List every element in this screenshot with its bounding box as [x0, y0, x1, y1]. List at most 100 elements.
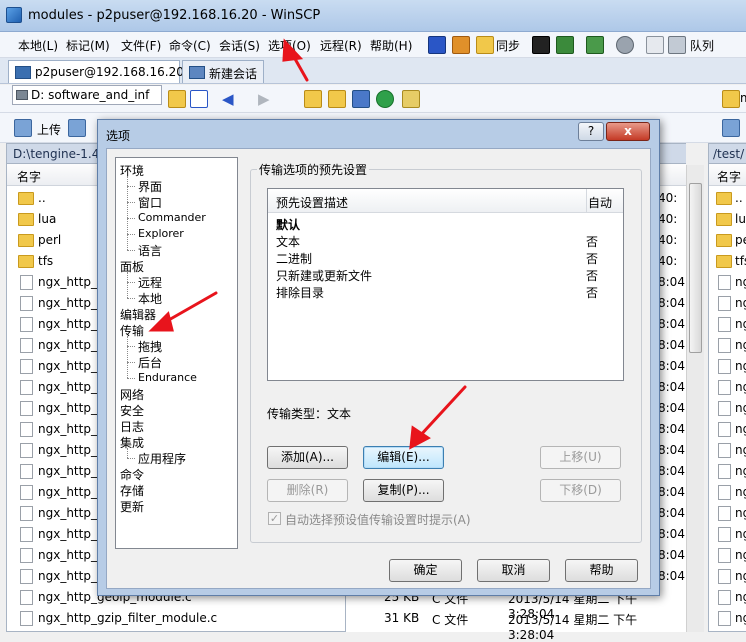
move-down-button[interactable]: 下移(D) — [540, 479, 621, 502]
tree-icon[interactable] — [402, 90, 420, 108]
remote-file-row[interactable]: ng — [709, 335, 746, 356]
tree-node[interactable]: 网络 — [120, 386, 144, 403]
tree-node[interactable]: 安全 — [120, 402, 144, 419]
sync-icon[interactable] — [476, 36, 494, 54]
remote-file-row[interactable]: ng — [709, 377, 746, 398]
sync-dirs-icon[interactable] — [452, 36, 470, 54]
tree-node[interactable]: 日志 — [120, 418, 144, 435]
menu-file[interactable]: 文件(F) — [121, 37, 161, 54]
auto-select-checkbox[interactable]: ✓ — [268, 512, 281, 525]
tree-node[interactable]: 命令 — [120, 466, 144, 483]
tree-node[interactable]: Endurance — [138, 371, 197, 384]
remote-file-panel[interactable]: /test/ 名字 .. lua pe tfs ng ng ng ng ng ng ng ng ng ng… — [708, 143, 746, 632]
remote-folder-row[interactable]: lua — [709, 209, 746, 230]
remote-file-row[interactable]: ng — [709, 356, 746, 377]
delete-button[interactable]: 删除(R) — [267, 479, 348, 502]
local-file-row[interactable]: ngx_http_gzip_filter_module.c — [7, 608, 345, 629]
menu-options[interactable]: 选项(O) — [268, 37, 311, 54]
parent-dir-icon[interactable] — [304, 90, 322, 108]
local-drive-select[interactable]: D: software_and_inf — [12, 85, 162, 105]
tab-session-p2puser[interactable]: p2puser@192.168.16.20 — [8, 60, 184, 83]
edit-button[interactable]: 编辑(E)... — [363, 446, 444, 469]
menu-session[interactable]: 会话(S) — [219, 37, 260, 54]
queue-options-icon[interactable] — [646, 36, 664, 54]
menu-help[interactable]: 帮助(H) — [370, 37, 412, 54]
remote-file-row[interactable]: ng — [709, 419, 746, 440]
tree-node[interactable]: 后台 — [138, 354, 162, 371]
remote-column-name-header[interactable]: 名字 — [709, 164, 746, 186]
tree-node[interactable]: 应用程序 — [138, 450, 186, 467]
cancel-button[interactable]: 取消 — [477, 559, 550, 582]
tree-node[interactable]: 拖拽 — [138, 338, 162, 355]
tree-node[interactable]: 集成 — [120, 434, 144, 451]
preset-row[interactable]: 文本 否 — [268, 232, 623, 249]
close-button[interactable]: x — [606, 122, 650, 141]
remote-file-row[interactable]: ng — [709, 293, 746, 314]
preset-row[interactable]: 二进制 否 — [268, 249, 623, 266]
remote-file-row[interactable]: ng — [709, 461, 746, 482]
tree-node[interactable]: 更新 — [120, 498, 144, 515]
console-icon[interactable] — [532, 36, 550, 54]
refresh-icon[interactable] — [376, 90, 394, 108]
edit-icon[interactable] — [68, 119, 86, 137]
remote-drive-label[interactable]: m — [740, 91, 746, 105]
remote-file-row[interactable]: ng — [709, 482, 746, 503]
remote-file-row[interactable]: ng — [709, 566, 746, 587]
menu-command[interactable]: 命令(C) — [169, 37, 211, 54]
compare-icon[interactable] — [428, 36, 446, 54]
remote-file-row[interactable]: ng — [709, 440, 746, 461]
help-button[interactable]: ? — [578, 122, 604, 141]
remote-file-row[interactable]: ng — [709, 503, 746, 524]
upload-label[interactable]: 上传 — [37, 121, 61, 138]
remote-download-icon[interactable] — [722, 119, 740, 137]
remote-folder-row[interactable]: pe — [709, 230, 746, 251]
tree-node[interactable]: 面板 — [120, 258, 144, 275]
tab-new-session[interactable]: 新建会话 — [182, 60, 264, 83]
tree-node[interactable]: 编辑器 — [120, 306, 156, 323]
tree-node[interactable]: Commander — [138, 211, 206, 224]
queue-icon[interactable] — [668, 36, 686, 54]
remote-file-row[interactable]: ng — [709, 545, 746, 566]
tree-node[interactable]: 环境 — [120, 162, 144, 179]
putty-icon[interactable] — [556, 36, 574, 54]
open-folder-icon[interactable] — [168, 90, 186, 108]
ok-button[interactable]: 确定 — [389, 559, 462, 582]
remote-folder-row[interactable]: .. — [709, 188, 746, 209]
presets-list[interactable]: 预先设置描述 自动 默认 文本否二进制否只新建或更新文件否排除目录否 — [267, 188, 624, 381]
gear-icon[interactable] — [616, 36, 634, 54]
auto-column-header[interactable]: 自动 — [588, 194, 612, 211]
preset-row[interactable]: 只新建或更新文件 否 — [268, 266, 623, 283]
tree-node[interactable]: 本地 — [138, 290, 162, 307]
remote-file-row[interactable]: ng — [709, 314, 746, 335]
transfer-icon[interactable] — [586, 36, 604, 54]
tree-node[interactable]: Explorer — [138, 227, 184, 240]
sync-label[interactable]: 同步 — [496, 37, 520, 54]
options-tree[interactable]: 环境 界面 窗口 Commander Explorer 语言 面板 远程 本地 编辑器 传输 拖拽 后台… — [115, 157, 238, 549]
forward-arrow-icon[interactable]: ▶ — [258, 90, 270, 108]
upload-icon[interactable] — [14, 119, 32, 137]
remote-file-row[interactable]: ng — [709, 608, 746, 629]
tree-node[interactable]: 界面 — [138, 178, 162, 195]
move-up-button[interactable]: 上移(U) — [540, 446, 621, 469]
remote-folder-row[interactable]: tfs — [709, 251, 746, 272]
tree-node[interactable]: 远程 — [138, 274, 162, 291]
queue-label[interactable]: 队列 — [690, 37, 714, 54]
help-footer-button[interactable]: 帮助 — [565, 559, 638, 582]
tree-node[interactable]: 语言 — [138, 242, 162, 259]
scrollbar-thumb[interactable] — [689, 183, 702, 353]
remote-file-row[interactable]: ng — [709, 587, 746, 608]
back-arrow-icon[interactable]: ◀ — [222, 90, 234, 108]
remote-folder-icon[interactable] — [722, 90, 740, 108]
desc-column-header[interactable]: 预先设置描述 — [276, 194, 348, 211]
root-dir-icon[interactable] — [328, 90, 346, 108]
remote-file-row[interactable]: ng — [709, 272, 746, 293]
menu-remote[interactable]: 远程(R) — [320, 37, 362, 54]
tree-node[interactable]: 窗口 — [138, 194, 162, 211]
tree-node[interactable]: 存储 — [120, 482, 144, 499]
add-button[interactable]: 添加(A)... — [267, 446, 348, 469]
copy-button[interactable]: 复制(P)... — [363, 479, 444, 502]
filter-icon[interactable] — [190, 90, 208, 108]
local-scrollbar[interactable] — [686, 165, 704, 632]
preset-row[interactable]: 默认 — [268, 215, 623, 232]
preset-row[interactable]: 排除目录 否 — [268, 283, 623, 300]
